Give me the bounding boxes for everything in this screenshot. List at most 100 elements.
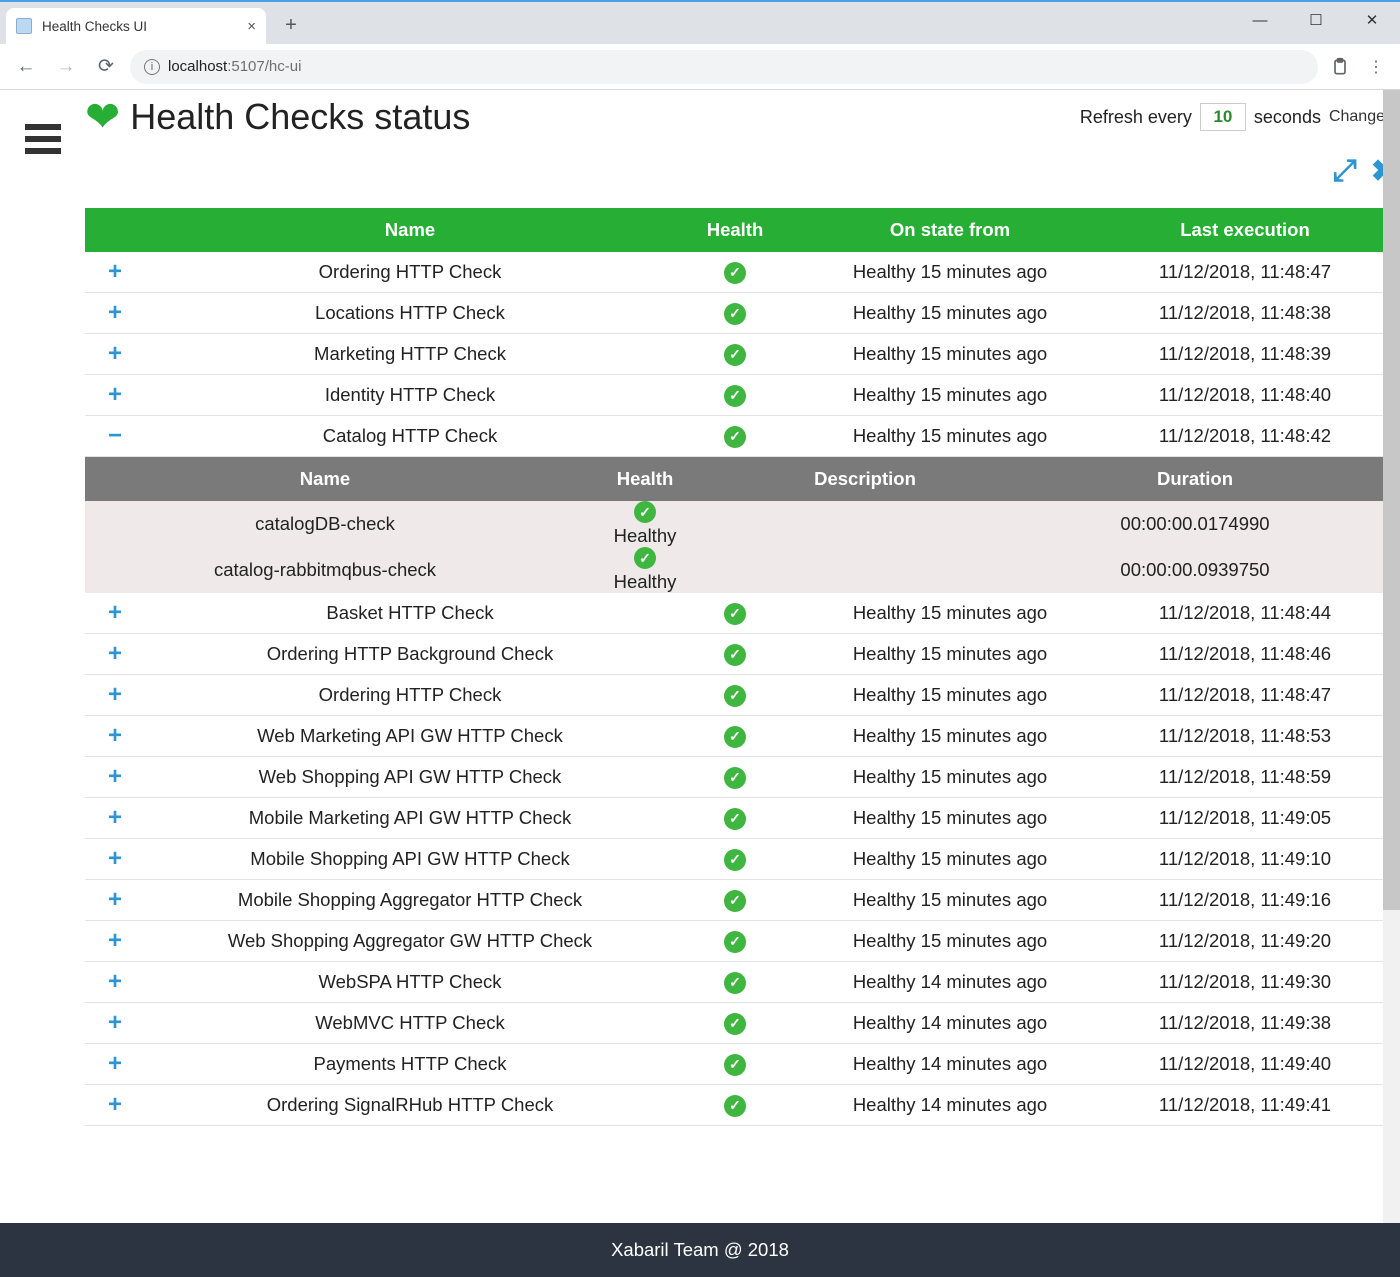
- row-name: Web Shopping Aggregator GW HTTP Check: [145, 921, 675, 962]
- row-exec: 11/12/2018, 11:48:42: [1105, 416, 1385, 457]
- site-info-icon[interactable]: i: [144, 59, 160, 75]
- row-name: Ordering HTTP Check: [145, 675, 675, 716]
- row-name: Ordering SignalRHub HTTP Check: [145, 1085, 675, 1126]
- url-path: :5107/hc-ui: [227, 58, 301, 75]
- healthy-check-icon: ✓: [724, 726, 746, 748]
- sub-desc: [725, 501, 1005, 547]
- expand-panel-icon[interactable]: ⤢: [1333, 154, 1357, 189]
- row-expander[interactable]: +: [108, 599, 122, 626]
- new-tab-button[interactable]: +: [276, 10, 306, 40]
- close-tab-icon[interactable]: ×: [247, 18, 256, 35]
- row-name: Mobile Shopping API GW HTTP Check: [145, 839, 675, 880]
- row-name: Mobile Shopping Aggregator HTTP Check: [145, 880, 675, 921]
- maximize-button[interactable]: ☐: [1288, 3, 1344, 37]
- sub-col-duration: Duration: [1005, 457, 1385, 501]
- col-health: Health: [675, 208, 795, 252]
- row-name: Payments HTTP Check: [145, 1044, 675, 1085]
- row-expander[interactable]: +: [108, 258, 122, 285]
- sub-health: ✓Healthy: [565, 547, 725, 593]
- reload-button[interactable]: ⟳: [90, 51, 122, 83]
- row-state: Healthy 14 minutes ago: [795, 1003, 1105, 1044]
- healthy-check-icon: ✓: [724, 685, 746, 707]
- heart-icon: ❤: [85, 96, 120, 138]
- row-state: Healthy 15 minutes ago: [795, 593, 1105, 634]
- favicon-icon: [16, 18, 32, 34]
- row-exec: 11/12/2018, 11:49:38: [1105, 1003, 1385, 1044]
- extension-icon[interactable]: [1326, 53, 1354, 81]
- row-exec: 11/12/2018, 11:49:41: [1105, 1085, 1385, 1126]
- row-expander[interactable]: +: [108, 1009, 122, 1036]
- row-exec: 11/12/2018, 11:49:16: [1105, 880, 1385, 921]
- row-health: ✓: [675, 962, 795, 1003]
- row-expander[interactable]: +: [108, 299, 122, 326]
- healthy-check-icon: ✓: [724, 603, 746, 625]
- row-name: Ordering HTTP Check: [145, 252, 675, 293]
- row-health: ✓: [675, 798, 795, 839]
- url-input[interactable]: i localhost:5107/hc-ui: [130, 50, 1318, 84]
- row-expander[interactable]: +: [108, 804, 122, 831]
- row-expander[interactable]: +: [108, 381, 122, 408]
- healthy-check-icon: ✓: [634, 501, 656, 523]
- row-health: ✓: [675, 375, 795, 416]
- row-expander[interactable]: +: [108, 681, 122, 708]
- row-expander[interactable]: +: [108, 886, 122, 913]
- row-name: Identity HTTP Check: [145, 375, 675, 416]
- row-expander[interactable]: +: [108, 1091, 122, 1118]
- forward-button[interactable]: →: [50, 51, 82, 83]
- row-expander[interactable]: +: [108, 1050, 122, 1077]
- refresh-change-link[interactable]: Change: [1329, 108, 1385, 126]
- row-state: Healthy 15 minutes ago: [795, 880, 1105, 921]
- refresh-unit: seconds: [1254, 107, 1321, 128]
- healthy-check-icon: ✓: [724, 849, 746, 871]
- sidebar-hamburger[interactable]: [0, 90, 85, 1223]
- row-name: WebMVC HTTP Check: [145, 1003, 675, 1044]
- sub-col-health: Health: [565, 457, 725, 501]
- sub-desc: [725, 547, 1005, 593]
- row-health: ✓: [675, 293, 795, 334]
- scrollbar-thumb[interactable]: [1383, 90, 1400, 910]
- row-state: Healthy 15 minutes ago: [795, 921, 1105, 962]
- back-button[interactable]: ←: [10, 51, 42, 83]
- row-state: Healthy 15 minutes ago: [795, 798, 1105, 839]
- row-name: Mobile Marketing API GW HTTP Check: [145, 798, 675, 839]
- row-exec: 11/12/2018, 11:48:47: [1105, 675, 1385, 716]
- row-expander[interactable]: +: [108, 722, 122, 749]
- row-health: ✓: [675, 757, 795, 798]
- row-expander[interactable]: +: [108, 763, 122, 790]
- row-health: ✓: [675, 839, 795, 880]
- table-row: + Identity HTTP Check ✓ Healthy 15 minut…: [85, 375, 1385, 416]
- table-row: + Marketing HTTP Check ✓ Healthy 15 minu…: [85, 334, 1385, 375]
- row-expander[interactable]: −: [108, 422, 122, 449]
- row-state: Healthy 15 minutes ago: [795, 716, 1105, 757]
- col-name: Name: [145, 208, 675, 252]
- minimize-button[interactable]: —: [1232, 3, 1288, 37]
- row-name: Web Marketing API GW HTTP Check: [145, 716, 675, 757]
- refresh-interval-input[interactable]: [1200, 103, 1246, 131]
- row-expander[interactable]: +: [108, 968, 122, 995]
- row-expander[interactable]: +: [108, 845, 122, 872]
- row-health: ✓: [675, 634, 795, 675]
- row-exec: 11/12/2018, 11:49:40: [1105, 1044, 1385, 1085]
- browser-menu-icon[interactable]: ⋮: [1362, 53, 1390, 81]
- healthy-check-icon: ✓: [724, 1013, 746, 1035]
- sub-row: catalogDB-check ✓Healthy 00:00:00.017499…: [85, 501, 1385, 547]
- sub-duration: 00:00:00.0174990: [1005, 501, 1385, 547]
- row-state: Healthy 15 minutes ago: [795, 252, 1105, 293]
- table-row: + Web Marketing API GW HTTP Check ✓ Heal…: [85, 716, 1385, 757]
- row-expander[interactable]: +: [108, 640, 122, 667]
- sub-checks-table: Name Health Description Duration catalog…: [85, 457, 1385, 593]
- row-expander[interactable]: +: [108, 340, 122, 367]
- tab-title: Health Checks UI: [42, 19, 147, 34]
- row-state: Healthy 15 minutes ago: [795, 675, 1105, 716]
- browser-tab[interactable]: Health Checks UI ×: [6, 8, 266, 44]
- footer-text: Xabaril Team @ 2018: [611, 1239, 789, 1261]
- row-name: Basket HTTP Check: [145, 593, 675, 634]
- healthy-check-icon: ✓: [724, 808, 746, 830]
- healthy-check-icon: ✓: [724, 890, 746, 912]
- close-window-button[interactable]: ✕: [1344, 3, 1400, 37]
- healthy-check-icon: ✓: [724, 303, 746, 325]
- row-expander[interactable]: +: [108, 927, 122, 954]
- row-exec: 11/12/2018, 11:48:44: [1105, 593, 1385, 634]
- healthy-check-icon: ✓: [724, 767, 746, 789]
- row-health: ✓: [675, 1044, 795, 1085]
